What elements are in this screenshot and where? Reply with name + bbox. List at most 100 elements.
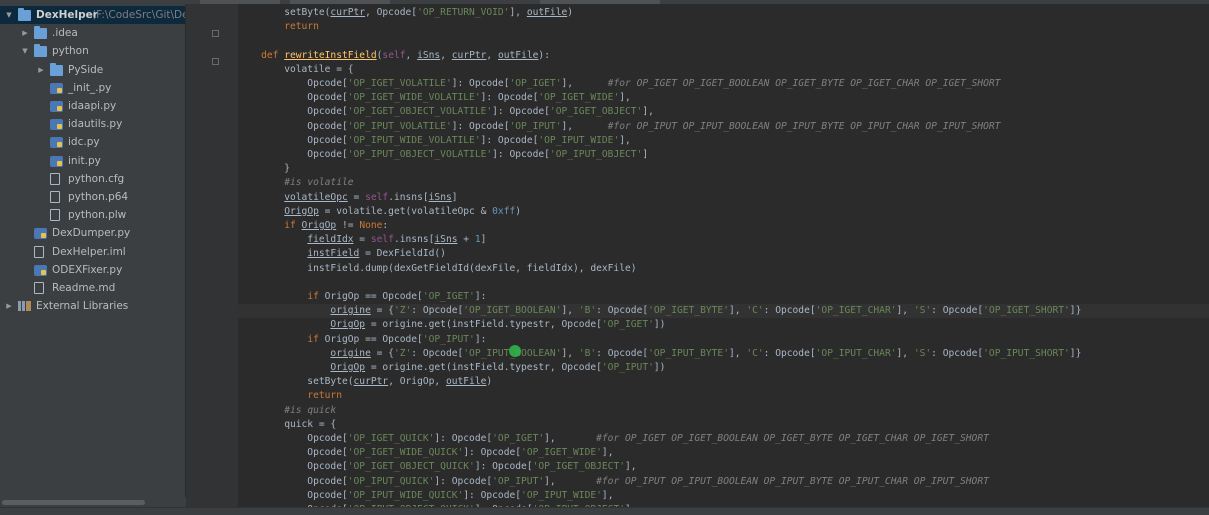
code-line[interactable]: #is quick — [238, 404, 336, 418]
code-token: ], — [544, 433, 597, 444]
code-token: OrigOp — [301, 220, 337, 231]
editor-gutter — [186, 4, 238, 507]
project-tree-item[interactable]: idc.py — [0, 133, 185, 151]
project-tree-item[interactable]: ▶ External Libraries — [0, 297, 185, 315]
code-line[interactable]: Opcode['OP_IGET_WIDE_QUICK']: Opcode['OP… — [238, 446, 613, 460]
project-tree-item[interactable]: idautils.py — [0, 115, 185, 133]
code-token: None — [359, 220, 383, 231]
code-token: 'OP_IPUT' — [601, 362, 654, 373]
code-token: , — [486, 49, 498, 61]
expand-arrow-down-icon[interactable]: ▼ — [20, 42, 30, 60]
project-tree-item[interactable]: _init_.py — [0, 79, 185, 97]
code-line[interactable]: quick = { — [238, 418, 336, 432]
expand-arrow-right-icon[interactable]: ▶ — [20, 24, 30, 42]
project-tree-item[interactable]: idaapi.py — [0, 97, 185, 115]
code-token: 'OP_IPUT_VOLATILE' — [347, 120, 452, 132]
code-line[interactable]: return — [238, 389, 342, 403]
code-line[interactable]: Opcode['OP_IGET_OBJECT_QUICK']: Opcode['… — [238, 460, 636, 474]
code-token: ], — [642, 106, 654, 118]
code-line[interactable]: Opcode['OP_IPUT_QUICK']: Opcode['OP_IPUT… — [238, 475, 989, 489]
code-token: 'B' — [578, 347, 597, 359]
code-token: #for OP_IPUT OP_IPUT_BOOLEAN OP_IPUT_BYT… — [596, 475, 989, 487]
code-line[interactable]: origine = {'Z': Opcode['OP_IGET_BOOLEAN'… — [238, 304, 1209, 319]
code-token: #is volatile — [284, 177, 354, 189]
code-line[interactable]: if OrigOp != None: — [238, 219, 388, 233]
code-line[interactable]: OrigOp = origine.get(instField.typestr, … — [238, 361, 665, 375]
project-tree-item[interactable]: python.p64 — [0, 188, 185, 206]
code-token: ] — [451, 191, 458, 203]
tree-item-label: python — [52, 45, 89, 58]
code-line[interactable]: Opcode['OP_IPUT_WIDE_QUICK']: Opcode['OP… — [238, 489, 613, 503]
code-token: ) — [567, 7, 574, 18]
code-line[interactable]: setByte(curPtr, Opcode['OP_RETURN_VOID']… — [238, 6, 573, 20]
project-path-label: (F:\CodeSrc\Git\De — [92, 9, 186, 21]
text-file-icon — [34, 282, 44, 294]
code-token: 'OP_IGET_WIDE' — [521, 447, 602, 459]
code-token: OrigOp == Opcode[ — [324, 333, 423, 345]
code-line[interactable]: Opcode['OP_IGET_OBJECT_VOLATILE']: Opcod… — [238, 105, 654, 119]
project-tree-item[interactable]: ▶ .idea — [0, 24, 185, 42]
expand-arrow-down-icon[interactable]: ▼ — [4, 6, 14, 24]
project-tree-item[interactable]: ▶ PySide — [0, 61, 185, 79]
code-token: curPtr — [330, 7, 366, 18]
code-token: 'OP_IPUT_OBJECT_VOLATILE' — [347, 149, 493, 160]
project-tree-item[interactable]: init.py — [0, 152, 185, 170]
code-token: 'OP_IGET_WIDE_QUICK' — [347, 447, 464, 459]
code-token: 'OP_IGET' — [422, 291, 475, 302]
code-token: #for OP_IPUT OP_IPUT_BOOLEAN OP_IPUT_BYT… — [607, 120, 1001, 132]
code-line[interactable]: if OrigOp == Opcode['OP_IPUT']: — [238, 333, 486, 347]
code-token: 'OP_IPUT_SHORT' — [983, 347, 1070, 359]
code-line[interactable]: if OrigOp == Opcode['OP_IGET']: — [238, 290, 486, 304]
code-line[interactable]: fieldIdx = self.insns[iSns + 1] — [238, 233, 486, 247]
code-line[interactable]: return — [238, 20, 319, 34]
project-tree-item[interactable]: DexHelper.iml — [0, 243, 185, 261]
project-tree-item[interactable]: python.plw — [0, 206, 185, 224]
code-line[interactable]: Opcode['OP_IGET_VOLATILE']: Opcode['OP_I… — [238, 77, 1000, 91]
code-token: outFile — [526, 7, 568, 18]
python-file-icon — [50, 137, 63, 149]
scrollbar-thumb[interactable] — [2, 500, 145, 505]
code-line[interactable]: OrigOp = volatile.get(volatileOpc & 0xff… — [238, 205, 521, 219]
code-line[interactable]: Opcode['OP_IGET_QUICK']: Opcode['OP_IGET… — [238, 432, 989, 446]
code-line[interactable]: instField.dump(dexGetFieldId(dexFile, fi… — [238, 262, 636, 276]
code-line[interactable]: instField = DexFieldId() — [238, 247, 446, 261]
code-editor[interactable]: setByte(curPtr, Opcode['OP_RETURN_VOID']… — [238, 4, 1209, 507]
code-line[interactable]: Opcode['OP_IPUT_OBJECT_VOLATILE']: Opcod… — [238, 148, 648, 162]
code-line[interactable]: volatile = { — [238, 63, 353, 77]
code-line[interactable]: setByte(curPtr, OrigOp, outFile) — [238, 375, 492, 389]
project-tree-item[interactable]: Readme.md — [0, 279, 185, 297]
project-tree-item[interactable]: python.cfg — [0, 170, 185, 188]
code-line[interactable]: #is volatile — [238, 176, 354, 190]
project-tree-item[interactable]: ▼ python — [0, 42, 185, 60]
code-line[interactable]: } — [238, 162, 290, 176]
expand-arrow-right-icon[interactable]: ▶ — [4, 297, 14, 315]
code-token: 'OP_IPUT' — [422, 333, 475, 345]
expand-arrow-right-icon[interactable]: ▶ — [36, 61, 46, 79]
code-token: origine — [330, 305, 371, 317]
code-line[interactable]: OrigOp = origine.get(instField.typestr, … — [238, 318, 665, 332]
code-line[interactable]: origine = {'Z': Opcode['OP_IPUT_BOOLEAN'… — [238, 347, 1081, 361]
code-token: ], — [896, 305, 914, 317]
code-line[interactable]: volatileOpc = self.insns[iSns] — [238, 191, 458, 205]
code-token: ]: Opcode[ — [451, 120, 510, 132]
text-file-icon — [34, 245, 44, 258]
code-line[interactable]: Opcode['OP_IPUT_VOLATILE']: Opcode['OP_I… — [238, 120, 1000, 134]
project-tree-horizontal-scrollbar[interactable] — [0, 497, 186, 507]
libraries-icon — [18, 301, 31, 312]
code-token: 'OP_IGET_VOLATILE' — [347, 78, 452, 89]
tree-item-label: python.p64 — [68, 191, 129, 203]
project-tree-item[interactable]: ▼ DexHelper (F:\CodeSrc\Git\De — [0, 6, 186, 24]
code-line[interactable]: Opcode['OP_IGET_WIDE_VOLATILE']: Opcode[… — [238, 91, 631, 105]
code-line[interactable]: Opcode['OP_IPUT_WIDE_VOLATILE']: Opcode[… — [238, 134, 631, 148]
fold-marker-icon[interactable] — [212, 30, 219, 37]
code-token: ]} — [1069, 347, 1082, 359]
code-line[interactable]: def rewriteInstField(self, iSns, curPtr,… — [238, 49, 550, 63]
code-token: ]: Opcode[ — [463, 489, 522, 501]
project-tree-item[interactable]: ODEXFixer.py — [0, 261, 185, 279]
fold-marker-icon[interactable] — [212, 58, 219, 65]
project-tree-item[interactable]: DexDumper.py — [0, 224, 185, 242]
code-token: ]: — [474, 333, 487, 345]
